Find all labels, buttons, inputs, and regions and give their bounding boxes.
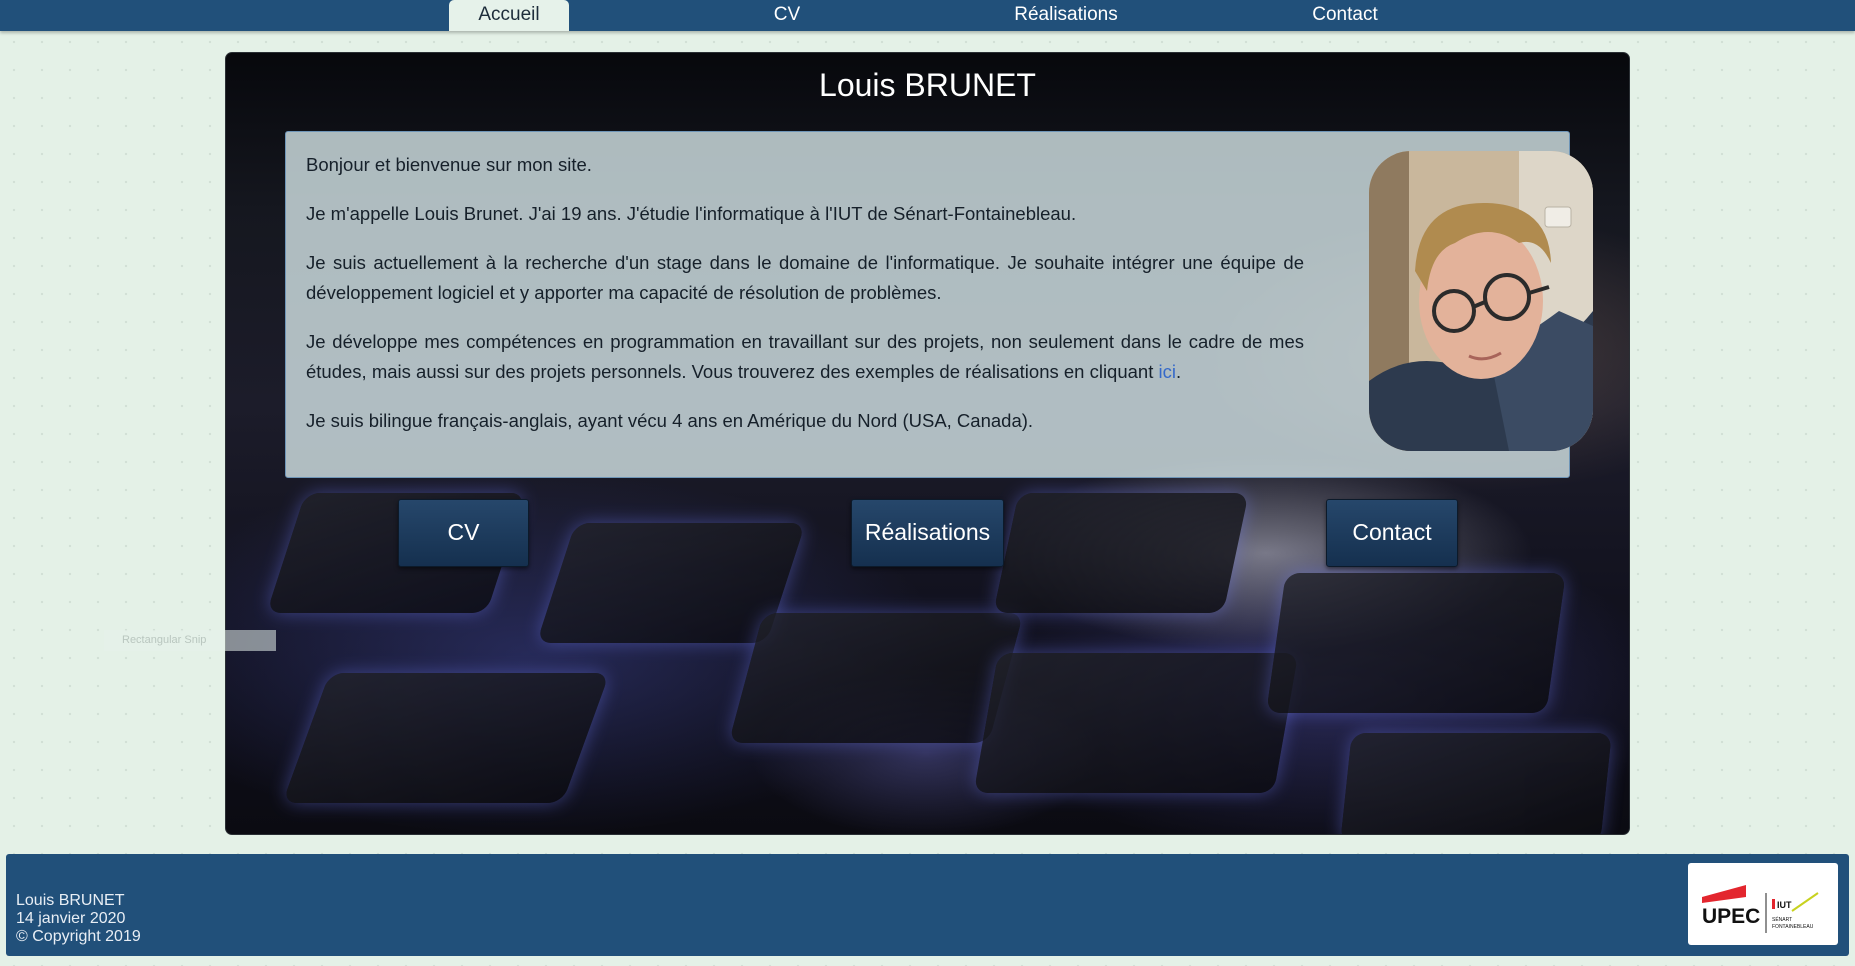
footer-date: 14 janvier 2020 xyxy=(16,910,126,927)
intro-paragraph: Je développe mes compétences en programm… xyxy=(306,327,1304,387)
intro-paragraph-text: Je développe mes compétences en programm… xyxy=(306,331,1304,382)
tab-realisations[interactable]: Réalisations xyxy=(1006,0,1126,31)
page-title: Louis BRUNET xyxy=(819,67,1036,103)
realisations-button[interactable]: Réalisations xyxy=(851,499,1004,567)
logo-senart-text: SÉNART xyxy=(1772,916,1792,923)
keyboard-key xyxy=(1340,733,1612,834)
logo-iut-text: IUT xyxy=(1777,900,1792,910)
realisations-link[interactable]: ici xyxy=(1159,361,1176,382)
intro-panel: Bonjour et bienvenue sur mon site. Je m'… xyxy=(285,131,1593,478)
footer-info: Louis BRUNET 14 janvier 2020 © Copyright… xyxy=(16,892,141,946)
keyboard-key xyxy=(993,493,1249,613)
tab-accueil[interactable]: Accueil xyxy=(449,0,569,31)
keyboard-key xyxy=(282,673,610,803)
keyboard-key xyxy=(973,653,1299,793)
intro-paragraph: Bonjour et bienvenue sur mon site. xyxy=(306,154,592,175)
intro-text: Bonjour et bienvenue sur mon site. Je m'… xyxy=(306,150,1304,455)
intro-paragraph-end: . xyxy=(1175,361,1182,382)
portrait-illustration xyxy=(1369,151,1593,451)
upec-iut-logo: UPEC IUT SÉNART FONTAINEBLEAU xyxy=(1688,863,1838,945)
footer-name: Louis BRUNET xyxy=(16,892,125,909)
intro-paragraph: Je m'appelle Louis Brunet. J'ai 19 ans. … xyxy=(306,203,1077,224)
keyboard-key xyxy=(1266,573,1566,713)
contact-button[interactable]: Contact xyxy=(1326,499,1458,567)
hero-section: Louis BRUNET Bonjour et bienvenue sur mo… xyxy=(225,52,1630,835)
top-navigation: Accueil CV Réalisations Contact xyxy=(0,0,1855,31)
logo-fontainebleau-text: FONTAINEBLEAU xyxy=(1772,924,1814,930)
logo-upec-text: UPEC xyxy=(1702,905,1760,928)
snip-tooltip: Rectangular Snip xyxy=(104,630,276,651)
tab-cv[interactable]: CV xyxy=(727,0,847,31)
tab-contact[interactable]: Contact xyxy=(1285,0,1405,31)
profile-photo xyxy=(1369,151,1593,451)
intro-paragraph: Je suis actuellement à la recherche d'un… xyxy=(306,252,1304,303)
keyboard-key xyxy=(728,613,1024,743)
footer-copyright: © Copyright 2019 xyxy=(16,928,141,945)
cv-button[interactable]: CV xyxy=(398,499,529,567)
logo-graphic: UPEC IUT SÉNART FONTAINEBLEAU xyxy=(1702,885,1819,933)
intro-paragraph: Je suis bilingue français-anglais, ayant… xyxy=(306,410,1034,431)
footer: Louis BRUNET 14 janvier 2020 © Copyright… xyxy=(6,854,1849,956)
